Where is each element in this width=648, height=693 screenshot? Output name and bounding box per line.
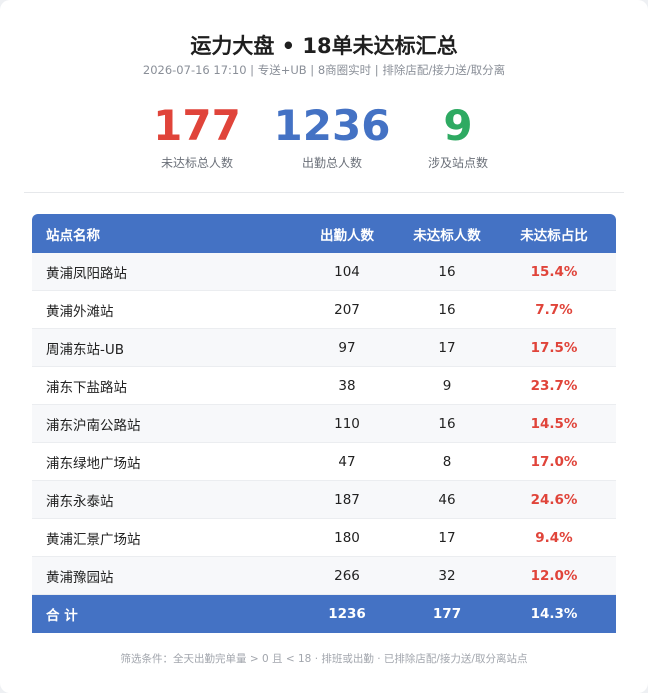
summary-card: 运力大盘 • 18单未达标汇总 2026-07-16 17:10 | 专送+UB… [0,0,648,693]
table-header-row: 站点名称 出勤人数 未达标人数 未达标占比 [32,214,616,253]
stat-value: 9 [443,101,473,150]
filter-note: 筛选条件：全天出勤完单量 > 0 且 < 18 · 排班或出勤 · 已排除店配/… [120,653,528,665]
col-header-failed: 未达标人数 [413,227,481,244]
total-attend: 1236 [328,606,366,622]
attend-count-cell: 38 [338,377,356,394]
table-row: 黄浦外滩站 207 16 7.7% [32,291,616,329]
total-failed: 177 [432,606,462,622]
attend-count-cell: 97 [338,339,356,356]
table-row: 浦东绿地广场站 47 8 17.0% [32,443,616,481]
failed-count-cell: 8 [442,453,452,470]
station-name-cell: 黄浦外滩站 [46,303,114,320]
failed-ratio-cell: 24.6% [530,491,578,508]
attend-count-cell: 187 [334,491,360,508]
station-name-cell: 浦东下盐路站 [46,379,127,396]
attend-count-cell: 180 [334,529,360,546]
station-name-cell: 黄浦汇景广场站 [46,531,141,548]
table-row: 浦东沪南公路站 110 16 14.5% [32,405,616,443]
station-name-cell: 周浦东站-UB [46,341,125,358]
table-row: 浦东下盐路站 38 9 23.7% [32,367,616,405]
failed-ratio-cell: 23.7% [530,377,578,394]
attend-count-cell: 110 [334,415,360,432]
stat-station-count: 9 涉及站点数 [373,100,543,171]
station-name-cell: 浦东绿地广场站 [46,455,141,472]
failed-count-cell: 9 [442,377,452,394]
failed-ratio-cell: 12.0% [530,567,578,584]
failed-ratio-cell: 9.4% [535,529,573,546]
attend-count-cell: 104 [334,263,360,280]
station-name-cell: 浦东沪南公路站 [46,417,141,434]
table-row: 周浦东站-UB 97 17 17.5% [32,329,616,367]
col-header-ratio: 未达标占比 [520,227,588,244]
page-subtitle: 2026-07-16 17:10 | 专送+UB | 8商圈实时 | 排除店配/… [142,63,506,77]
attend-count-cell: 266 [334,567,360,584]
col-header-station: 站点名称 [46,227,100,244]
failed-ratio-cell: 17.5% [530,339,578,356]
failed-count-cell: 17 [438,529,456,546]
attend-count-cell: 47 [338,453,356,470]
divider [24,192,624,193]
page-title: 运力大盘 • 18单未达标汇总 [190,34,458,58]
total-ratio: 14.3% [530,606,578,622]
station-name-cell: 浦东永泰站 [46,493,114,510]
failed-ratio-cell: 15.4% [530,263,578,280]
station-table: 站点名称 出勤人数 未达标人数 未达标占比 黄浦凤阳路站 104 16 15.4% 黄浦… [32,214,616,633]
failed-count-cell: 46 [438,491,456,508]
failed-ratio-cell: 17.0% [530,453,578,470]
failed-ratio-cell: 14.5% [530,415,578,432]
table-row: 黄浦豫园站 266 32 12.0% [32,557,616,595]
failed-count-cell: 16 [438,415,456,432]
attend-count-cell: 207 [334,301,360,318]
failed-count-cell: 16 [438,263,456,280]
failed-ratio-cell: 7.7% [535,301,573,318]
table-row: 黄浦汇景广场站 180 17 9.4% [32,519,616,557]
total-label: 合 计 [46,608,78,624]
failed-count-cell: 32 [438,567,456,584]
table-row: 浦东永泰站 187 46 24.6% [32,481,616,519]
table-total-row: 合 计 1236 177 14.3% [32,595,616,633]
failed-count-cell: 16 [438,301,456,318]
station-name-cell: 黄浦豫园站 [46,569,114,586]
stat-label: 涉及站点数 [427,156,488,170]
table-row: 黄浦凤阳路站 104 16 15.4% [32,253,616,291]
failed-count-cell: 17 [438,339,456,356]
col-header-attend: 出勤人数 [320,227,374,244]
station-name-cell: 黄浦凤阳路站 [46,265,127,282]
